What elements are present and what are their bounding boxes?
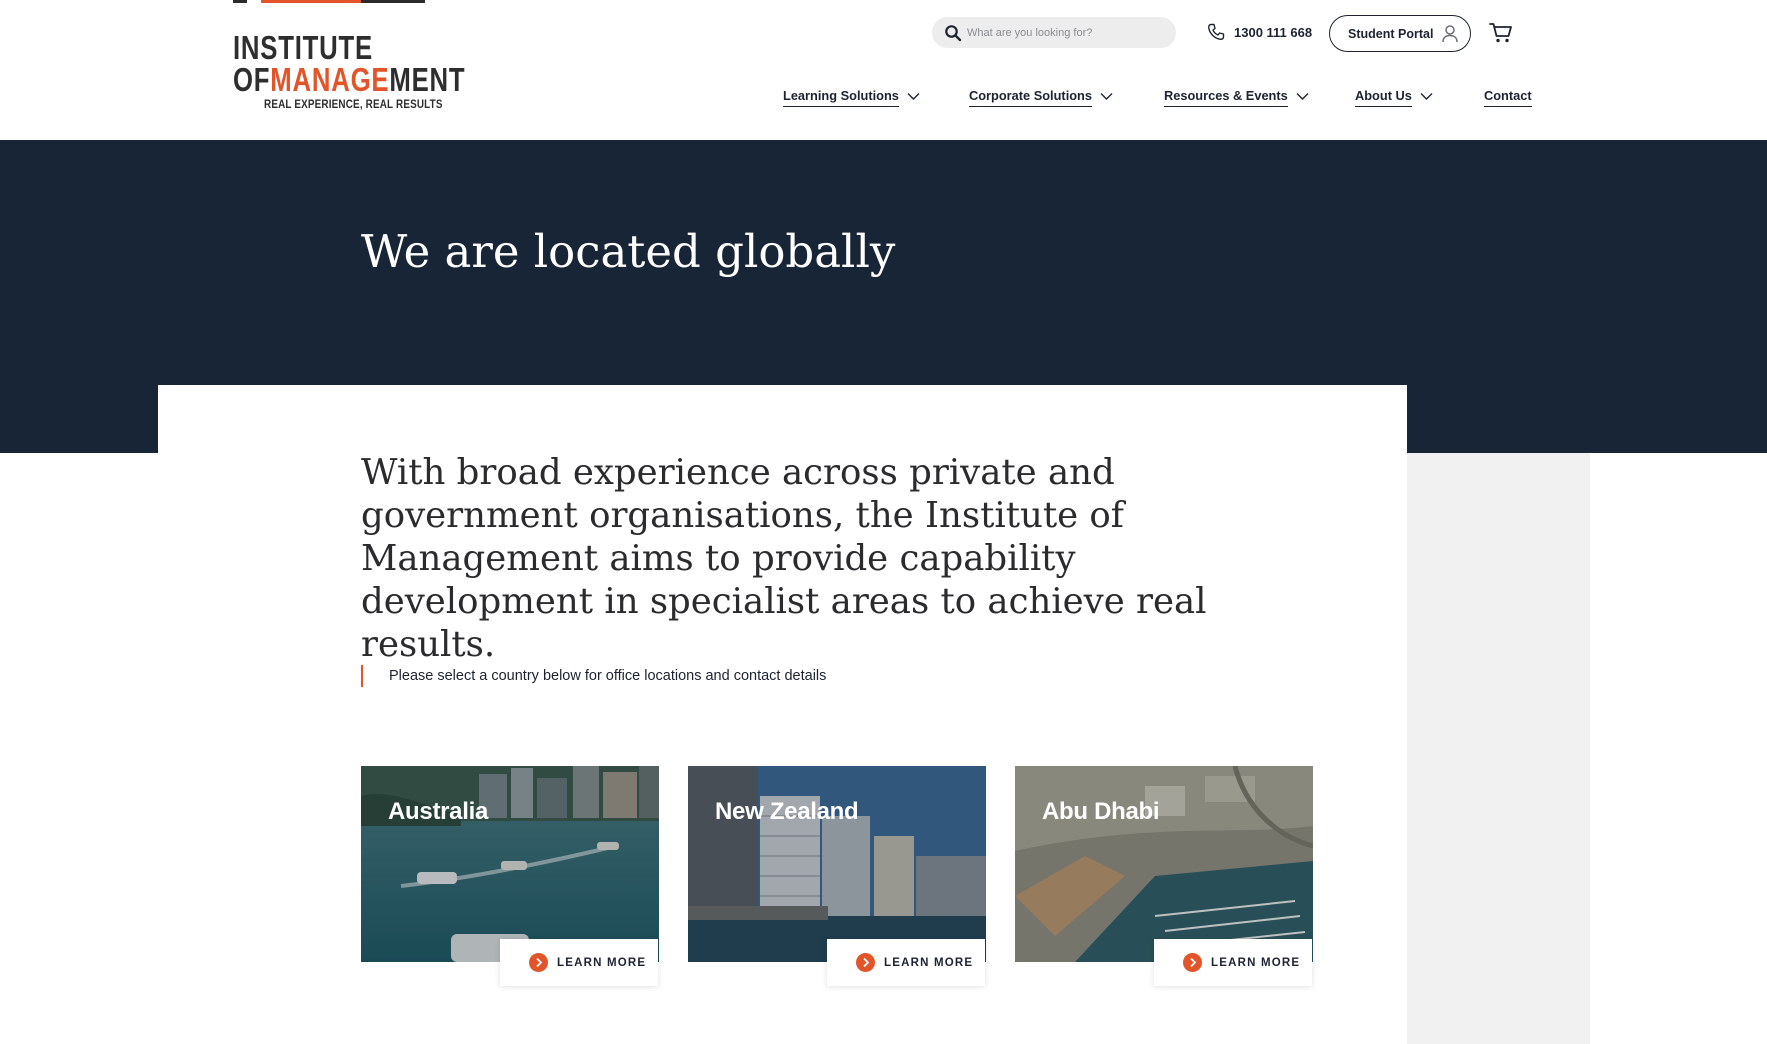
- location-tile-new-zealand[interactable]: New Zealand: [688, 766, 986, 962]
- site-header: INSTITUTE OFMANAGEMENT REAL EXPERIENCE, …: [0, 0, 1767, 140]
- country-select-note: Please select a country below for office…: [361, 665, 826, 687]
- side-grey-panel: [1406, 453, 1590, 1044]
- location-tile-australia[interactable]: Australia: [361, 766, 659, 962]
- cart-icon[interactable]: [1489, 22, 1513, 44]
- learn-more-australia-button[interactable]: LEARN MORE: [500, 939, 658, 986]
- intro-text: With broad experience across private and…: [361, 452, 1207, 665]
- nav-contact-label: Contact: [1484, 88, 1532, 107]
- nav-resources-events[interactable]: Resources & Events: [1164, 88, 1309, 114]
- logo-prefix: OF: [233, 61, 271, 98]
- nav-corporate-solutions-label: Corporate Solutions: [969, 88, 1092, 107]
- content-card: With broad experience across private and…: [158, 385, 1407, 1044]
- location-name-new-zealand: New Zealand: [715, 798, 859, 825]
- abu-dhabi-marina-image: [1015, 766, 1313, 962]
- user-icon: [1442, 25, 1458, 43]
- australia-harbour-image: [361, 766, 659, 962]
- learn-more-label: LEARN MORE: [557, 956, 647, 969]
- learn-more-new-zealand-button[interactable]: LEARN MORE: [827, 939, 985, 986]
- site-logo[interactable]: INSTITUTE OFMANAGEMENT REAL EXPERIENCE, …: [233, 29, 465, 114]
- logo-accent: MANAGE: [270, 61, 390, 98]
- chevron-down-icon: [1420, 93, 1433, 100]
- phone-number: 1300 111 668: [1234, 24, 1313, 40]
- student-portal-button[interactable]: Student Portal: [1329, 15, 1471, 52]
- search-bar: [932, 17, 1176, 48]
- phone-icon: [1207, 23, 1225, 41]
- student-portal-label: Student Portal: [1348, 26, 1434, 41]
- chevron-right-circle-icon: [856, 953, 875, 972]
- chevron-down-icon: [1100, 93, 1113, 100]
- logo-suffix: MENT: [389, 61, 466, 98]
- phone-link[interactable]: 1300 111 668: [1206, 22, 1312, 42]
- chevron-right-circle-icon: [1183, 953, 1202, 972]
- logo-line-1: INSTITUTE: [233, 29, 374, 66]
- previous-logo-fragment: [233, 0, 425, 3]
- learn-more-abu-dhabi-button[interactable]: LEARN MORE: [1154, 939, 1312, 986]
- chevron-down-icon: [907, 93, 920, 100]
- nav-resources-events-label: Resources & Events: [1164, 88, 1288, 107]
- new-zealand-waterfront-image: [688, 766, 986, 962]
- nav-corporate-solutions[interactable]: Corporate Solutions: [969, 88, 1113, 114]
- nav-contact[interactable]: Contact: [1484, 88, 1532, 114]
- nav-learning-solutions[interactable]: Learning Solutions: [783, 88, 920, 114]
- nav-about-us-label: About Us: [1355, 88, 1412, 107]
- learn-more-label: LEARN MORE: [884, 956, 974, 969]
- learn-more-label: LEARN MORE: [1211, 956, 1301, 969]
- chevron-down-icon: [1296, 93, 1309, 100]
- chevron-right-circle-icon: [529, 953, 548, 972]
- location-tile-abu-dhabi[interactable]: Abu Dhabi: [1015, 766, 1313, 962]
- page-title: We are located globally: [361, 225, 896, 278]
- logo-tagline: REAL EXPERIENCE, REAL RESULTS: [264, 99, 443, 111]
- location-name-australia: Australia: [388, 798, 489, 825]
- nav-learning-solutions-label: Learning Solutions: [783, 88, 899, 107]
- nav-about-us[interactable]: About Us: [1355, 88, 1433, 114]
- logo-line-2: OFMANAGEMENT: [233, 61, 465, 98]
- search-icon[interactable]: [944, 24, 962, 42]
- location-name-abu-dhabi: Abu Dhabi: [1042, 798, 1160, 825]
- search-input[interactable]: [967, 21, 1167, 44]
